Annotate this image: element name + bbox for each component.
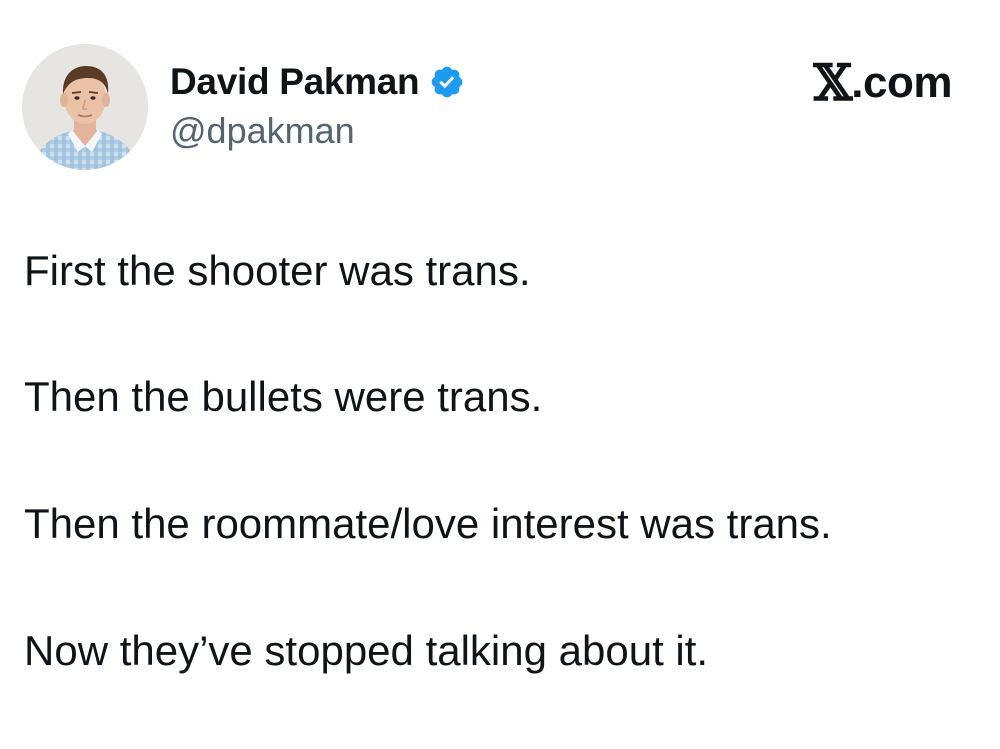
tweet-line: Now they’ve stopped talking about it. <box>24 627 709 674</box>
tweet-card: David Pakman @dpakman 𝕏 .com First the s… <box>0 0 1000 749</box>
brand-domain: .com <box>851 58 952 107</box>
username-handle[interactable]: @dpakman <box>170 110 355 152</box>
author-name-row: David Pakman <box>170 58 465 106</box>
x-brand-logo: 𝕏 .com <box>814 58 953 108</box>
x-logo-icon: 𝕏 <box>813 53 853 112</box>
display-name[interactable]: David Pakman <box>170 61 420 103</box>
verified-badge-icon <box>429 64 465 100</box>
profile-photo <box>22 44 148 170</box>
tweet-line: Then the roommate/love interest was tran… <box>24 500 832 547</box>
tweet-line: First the shooter was trans. <box>24 247 531 294</box>
tweet-line: Then the bullets were trans. <box>24 373 543 420</box>
avatar[interactable] <box>22 44 148 170</box>
